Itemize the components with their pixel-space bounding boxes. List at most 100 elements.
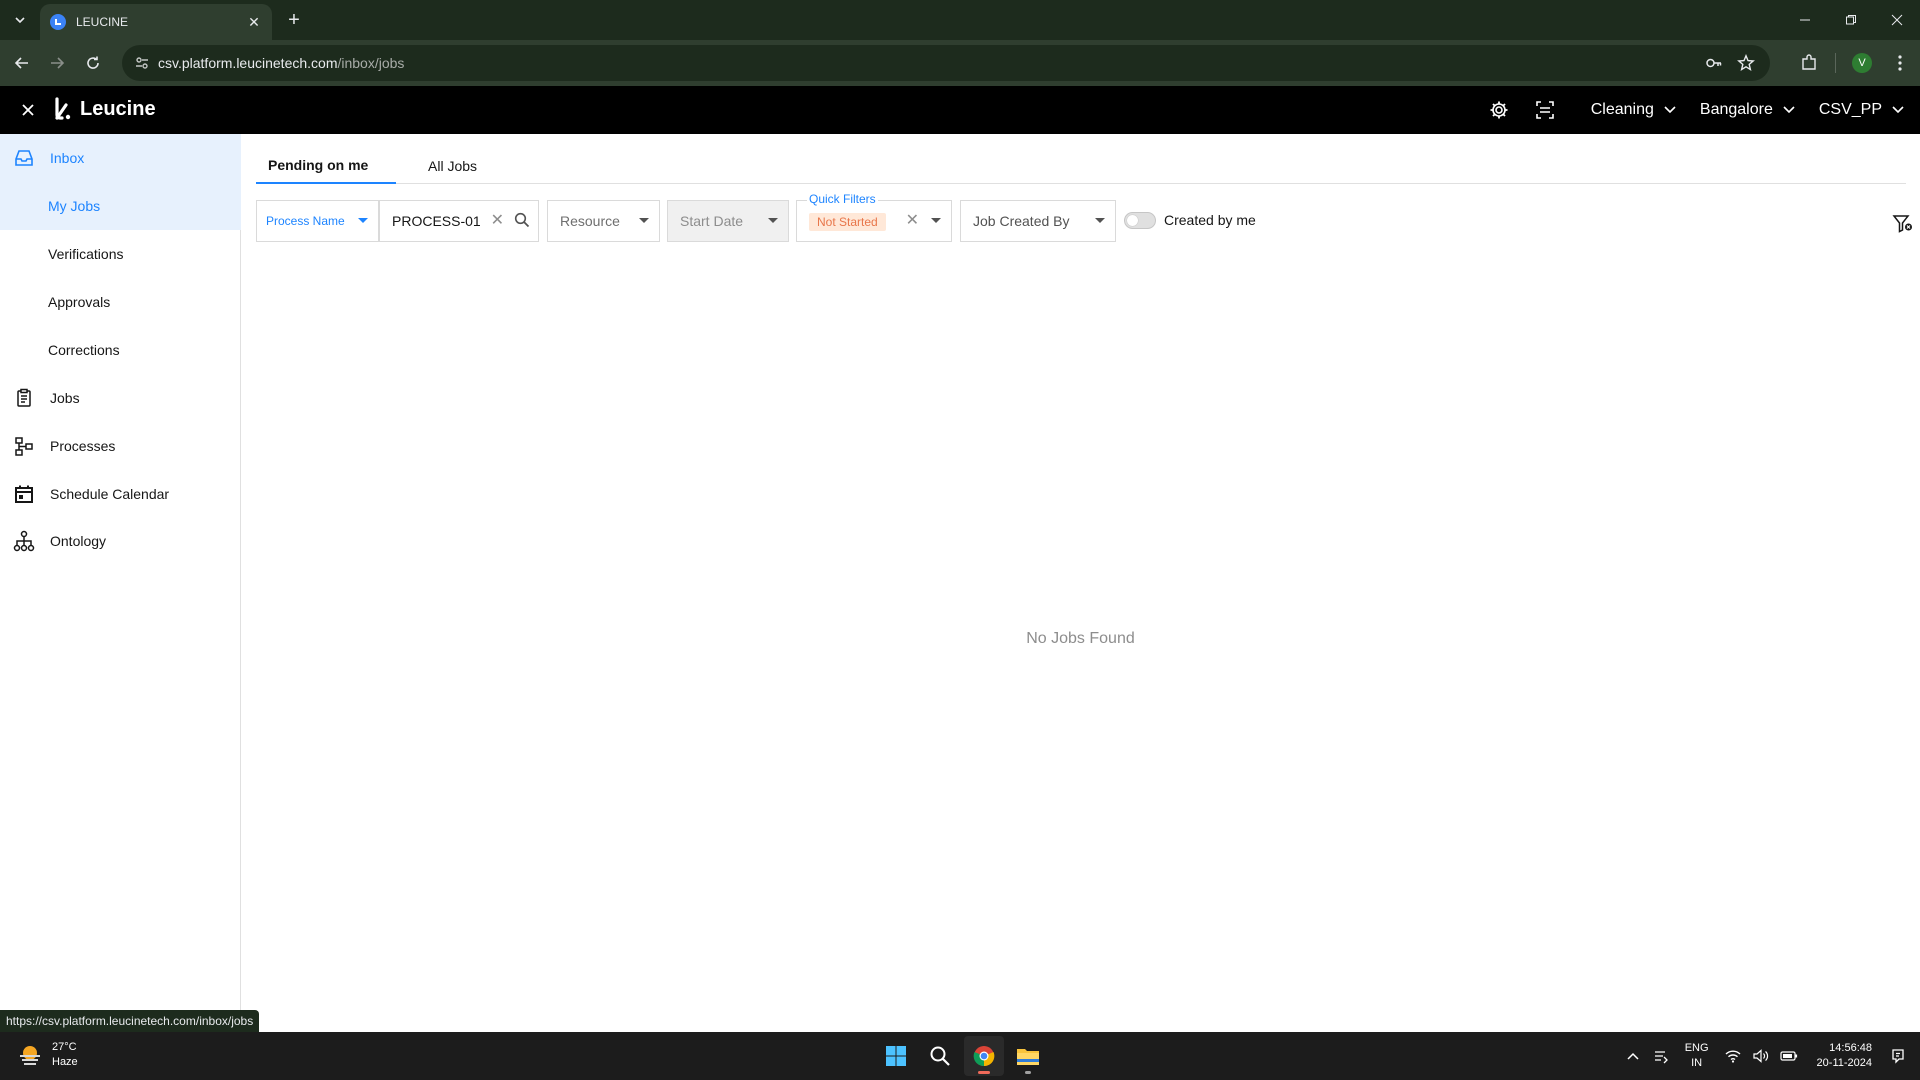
quick-filters-dropdown[interactable]: Quick Filters Not Started ✕ bbox=[796, 192, 952, 242]
process-search-input[interactable]: PROCESS-01 ✕ bbox=[379, 200, 539, 242]
start-date-dropdown[interactable]: Start Date bbox=[667, 200, 789, 242]
leucine-favicon-icon bbox=[50, 14, 66, 30]
haze-weather-icon bbox=[16, 1041, 44, 1069]
status-chip-not-started[interactable]: Not Started bbox=[809, 213, 886, 231]
new-tab-button[interactable]: + bbox=[282, 8, 306, 32]
sidebar-item-processes[interactable]: Processes bbox=[0, 422, 241, 470]
tab-title: LEUCINE bbox=[76, 15, 129, 29]
close-tab-icon[interactable]: ✕ bbox=[246, 14, 262, 31]
reload-button[interactable] bbox=[81, 51, 105, 75]
sidebar-item-approvals[interactable]: Approvals bbox=[0, 278, 241, 326]
chrome-icon bbox=[973, 1046, 995, 1067]
leucine-logo-icon bbox=[55, 97, 71, 120]
clear-filters-icon[interactable] bbox=[1891, 212, 1915, 236]
sidebar-item-inbox[interactable]: Inbox bbox=[0, 134, 241, 182]
system-clock[interactable]: 14:56:48 20-11-2024 bbox=[1817, 1041, 1872, 1071]
process-name-dropdown[interactable]: Process Name bbox=[256, 200, 379, 242]
settings-gear-icon[interactable] bbox=[1487, 98, 1511, 122]
battery-icon[interactable] bbox=[1775, 1042, 1803, 1070]
brand-logo[interactable]: Leucine bbox=[50, 97, 156, 121]
tab-pending-on-me[interactable]: Pending on me bbox=[256, 148, 396, 184]
close-sidebar-button[interactable] bbox=[16, 98, 40, 122]
facility-label: Bangalore bbox=[1699, 101, 1773, 118]
created-by-me-toggle[interactable] bbox=[1124, 212, 1156, 229]
restore-button[interactable] bbox=[1828, 0, 1874, 40]
sidebar-item-verifications[interactable]: Verifications bbox=[0, 230, 241, 278]
minimize-button[interactable] bbox=[1782, 0, 1828, 40]
chevron-down-icon bbox=[1783, 106, 1795, 114]
sidebar-item-label: Inbox bbox=[50, 150, 85, 166]
profile-avatar: V bbox=[1852, 53, 1872, 73]
sidebar-item-schedule-calendar[interactable]: Schedule Calendar bbox=[0, 470, 241, 518]
facility-selector[interactable]: Bangalore bbox=[1700, 101, 1795, 119]
reload-icon bbox=[87, 56, 99, 69]
resource-placeholder: Resource bbox=[560, 213, 620, 229]
chevron-down-icon bbox=[15, 17, 25, 24]
device-connect-icon[interactable] bbox=[1647, 1042, 1675, 1070]
language-code: ENG bbox=[1684, 1042, 1709, 1054]
sidebar-item-label: Processes bbox=[50, 438, 116, 454]
site-info-icon[interactable] bbox=[130, 51, 154, 75]
running-indicator bbox=[1025, 1071, 1031, 1074]
minimize-icon bbox=[1800, 19, 1810, 21]
clear-search-icon[interactable]: ✕ bbox=[491, 213, 504, 229]
browser-menu-icon[interactable] bbox=[1888, 51, 1912, 75]
sidebar-item-label: Ontology bbox=[50, 533, 107, 549]
taskbar-search-button[interactable] bbox=[920, 1036, 960, 1076]
sidebar-item-corrections[interactable]: Corrections bbox=[0, 326, 241, 374]
input-language[interactable]: ENG IN bbox=[1685, 1041, 1709, 1071]
job-created-by-dropdown[interactable]: Job Created By bbox=[960, 200, 1116, 242]
windows-logo-icon bbox=[886, 1046, 906, 1066]
notifications-icon[interactable] bbox=[1884, 1042, 1912, 1070]
arrow-left-icon bbox=[14, 57, 28, 69]
use-case-label: Cleaning bbox=[1590, 101, 1654, 118]
user-menu[interactable]: CSV_PP bbox=[1819, 101, 1904, 119]
weather-widget[interactable]: 27°C Haze bbox=[16, 1040, 78, 1070]
search-icon bbox=[930, 1046, 950, 1066]
sidebar-item-ontology[interactable]: Ontology bbox=[0, 517, 241, 565]
back-button[interactable] bbox=[10, 51, 34, 75]
profile-button[interactable]: V bbox=[1850, 51, 1874, 75]
volume-icon[interactable] bbox=[1747, 1042, 1775, 1070]
filter-bar: Process Name PROCESS-01 ✕ Resource Start… bbox=[256, 192, 1912, 242]
sidebar-item-label: Approvals bbox=[48, 294, 111, 310]
address-bar[interactable]: csv.platform.leucinetech.com/inbox/jobs bbox=[122, 45, 1770, 81]
tab-search-button[interactable] bbox=[8, 8, 32, 32]
wifi-icon[interactable] bbox=[1719, 1042, 1747, 1070]
use-case-selector[interactable]: Cleaning bbox=[1591, 101, 1676, 119]
sidebar: Inbox My Jobs Verifications Approvals Co… bbox=[0, 134, 241, 1032]
taskbar-chrome-app[interactable] bbox=[964, 1036, 1004, 1076]
taskbar-apps bbox=[876, 1036, 1048, 1076]
search-value: PROCESS-01 bbox=[392, 213, 481, 229]
job-tabs: Pending on me All Jobs bbox=[256, 148, 1906, 184]
taskbar-file-explorer[interactable] bbox=[1008, 1036, 1048, 1076]
extensions-icon[interactable] bbox=[1797, 51, 1821, 75]
url-text: csv.platform.leucinetech.com/inbox/jobs bbox=[158, 55, 404, 71]
search-icon[interactable] bbox=[514, 212, 530, 228]
arrow-right-icon bbox=[51, 57, 65, 69]
sidebar-item-jobs[interactable]: Jobs bbox=[0, 374, 241, 422]
resource-dropdown[interactable]: Resource bbox=[547, 200, 660, 242]
browser-tab[interactable]: LEUCINE ✕ bbox=[40, 4, 272, 40]
main-content: Pending on me All Jobs Process Name PROC… bbox=[241, 134, 1920, 1032]
chevron-down-icon bbox=[1892, 106, 1904, 114]
user-name: CSV_PP bbox=[1818, 101, 1882, 118]
bookmark-star-icon[interactable] bbox=[1734, 51, 1758, 75]
scan-icon[interactable] bbox=[1533, 98, 1557, 122]
close-window-button[interactable] bbox=[1874, 0, 1920, 40]
brand-name: Leucine bbox=[80, 97, 156, 120]
tab-all-jobs[interactable]: All Jobs bbox=[416, 148, 489, 184]
close-icon bbox=[22, 104, 34, 116]
caret-down-icon bbox=[358, 218, 368, 223]
forward-button[interactable] bbox=[45, 51, 69, 75]
close-icon bbox=[1891, 14, 1903, 26]
process-name-label: Process Name bbox=[266, 214, 345, 228]
window-controls bbox=[1782, 0, 1920, 40]
sidebar-item-label: Jobs bbox=[50, 390, 80, 406]
clear-quick-filter-icon[interactable]: ✕ bbox=[906, 213, 919, 229]
caret-down-icon bbox=[931, 218, 941, 223]
password-key-icon[interactable] bbox=[1702, 51, 1726, 75]
chevron-up-icon[interactable] bbox=[1619, 1042, 1647, 1070]
sidebar-item-my-jobs[interactable]: My Jobs bbox=[0, 182, 241, 230]
start-button[interactable] bbox=[876, 1036, 916, 1076]
